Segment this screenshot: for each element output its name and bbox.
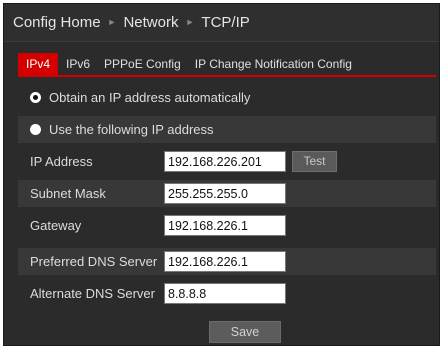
breadcrumb-separator-icon: ► [185,16,195,27]
config-window: Config Home ► Network ► TCP/IP IPv4 IPv6… [3,3,440,346]
tab-pppoe-config[interactable]: PPPoE Config [98,53,187,75]
ip-address-field[interactable] [164,151,286,172]
subnet-mask-row: Subnet Mask [18,180,436,207]
ip-address-row: IP Address Test [18,148,436,175]
gateway-label: Gateway [30,218,82,233]
ip-address-label: IP Address [30,154,93,169]
preferred-dns-row: Preferred DNS Server [18,248,436,275]
tab-ipv6[interactable]: IPv6 [60,53,96,75]
alternate-dns-label: Alternate DNS Server [30,286,155,301]
subnet-mask-label: Subnet Mask [30,186,106,201]
breadcrumb-tcp-ip: TCP/IP [201,14,250,31]
gateway-field[interactable] [164,215,286,236]
tab-bar: IPv4 IPv6 PPPoE Config IP Change Notific… [18,53,360,75]
alternate-dns-field[interactable] [164,283,286,304]
obtain-ip-automatically-option[interactable]: Obtain an IP address automatically [18,84,436,111]
breadcrumb: Config Home ► Network ► TCP/IP [4,4,439,42]
preferred-dns-field[interactable] [164,251,286,272]
breadcrumb-config-home[interactable]: Config Home [13,14,101,31]
tab-ipv4[interactable]: IPv4 [18,53,59,75]
alternate-dns-row: Alternate DNS Server [18,280,436,307]
breadcrumb-network[interactable]: Network [123,14,178,31]
test-button[interactable]: Test [292,151,337,172]
obtain-ip-automatically-radio[interactable] [30,92,41,103]
use-following-ip-option[interactable]: Use the following IP address [18,116,436,143]
save-button[interactable]: Save [209,321,281,343]
tab-underline [18,75,436,77]
ipv4-settings-panel: Obtain an IP address automatically Use t… [18,84,436,312]
use-following-ip-label: Use the following IP address [49,122,214,137]
subnet-mask-field[interactable] [164,183,286,204]
gateway-row: Gateway [18,212,436,239]
breadcrumb-separator-icon: ► [107,16,117,27]
use-following-ip-radio[interactable] [30,124,41,135]
obtain-ip-automatically-label: Obtain an IP address automatically [49,90,251,105]
preferred-dns-label: Preferred DNS Server [30,254,158,269]
tab-ip-change-notification-config[interactable]: IP Change Notification Config [189,53,358,75]
